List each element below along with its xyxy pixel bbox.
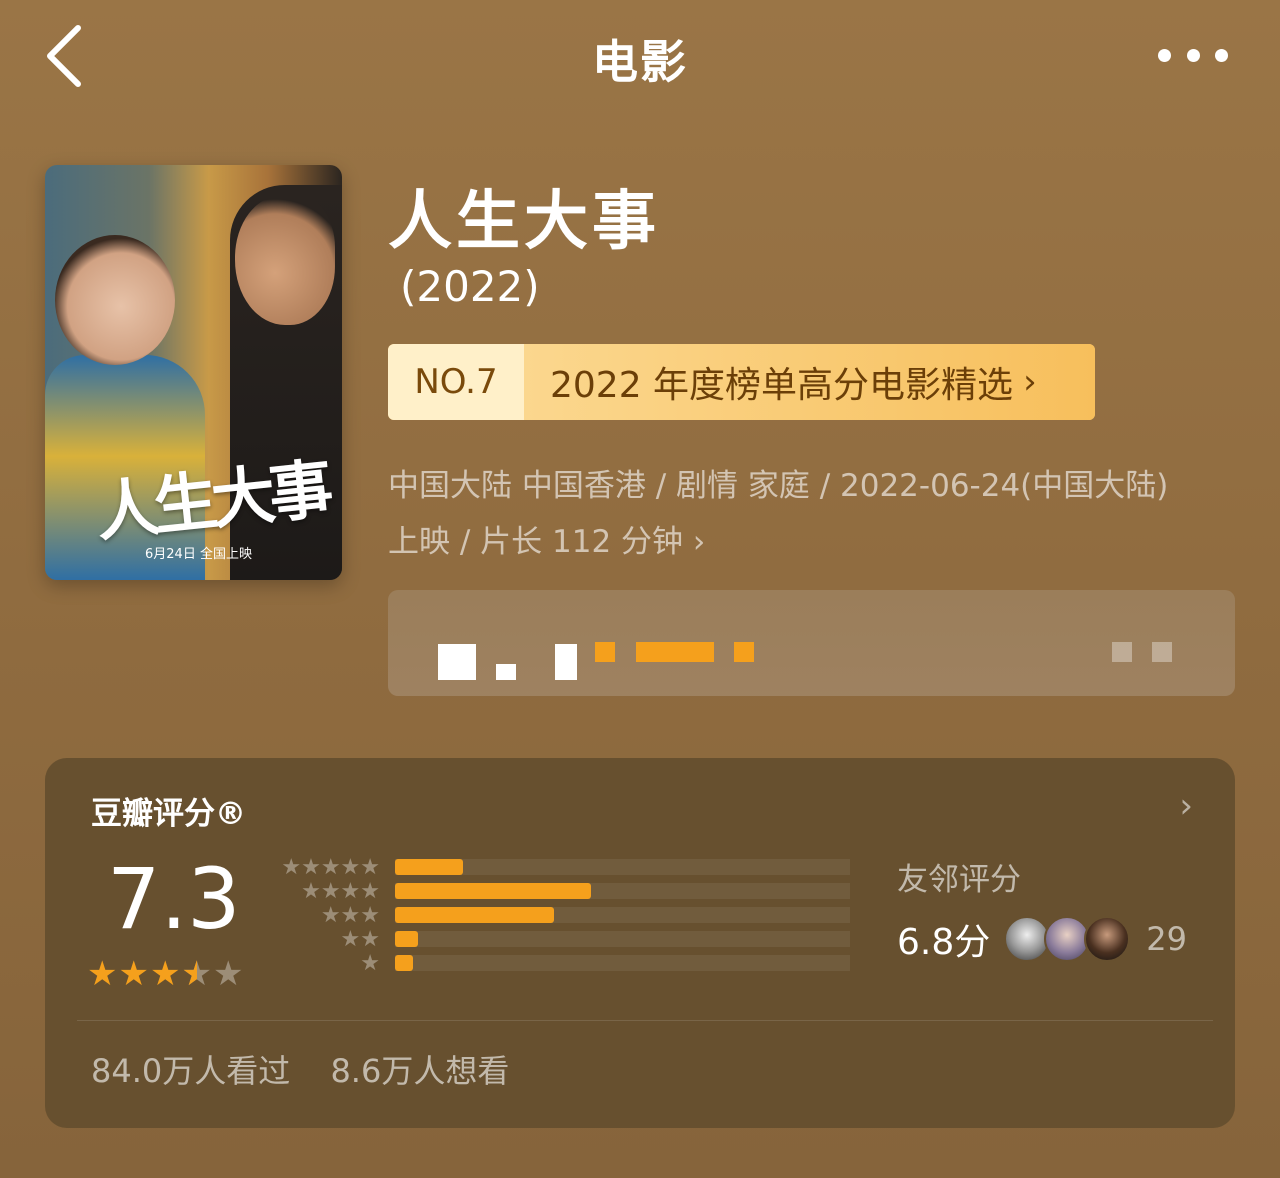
star-icon: ★ xyxy=(212,954,245,994)
dist-bar-5 xyxy=(395,859,464,875)
rating-distribution: ★★★★★ ★★★★ ★★★ ★★ ★ xyxy=(275,855,895,976)
more-button[interactable] xyxy=(1158,40,1228,70)
obscured-fragment xyxy=(555,644,577,680)
rating-card[interactable]: 豆瓣评分® › 7.3 ★★★★★ ★★★★★ ★★★★ ★★★ ★★ ★ 友邻… xyxy=(45,758,1235,1128)
star-icon: ★ xyxy=(87,954,119,994)
rating-label: 豆瓣评分® xyxy=(91,796,246,832)
movie-year: (2022) xyxy=(400,262,540,311)
obscured-fragment xyxy=(1152,642,1172,662)
watched-count[interactable]: 84.0万人看过 xyxy=(91,1052,290,1090)
friends-rating[interactable]: 友邻评分 6.8分 29 xyxy=(897,854,1187,965)
wish-count[interactable]: 8.6万人想看 xyxy=(330,1052,509,1090)
friends-score: 6.8分 xyxy=(897,922,991,963)
dist-row-5: ★★★★★ xyxy=(275,855,895,880)
star-icon: ★ xyxy=(149,954,182,994)
movie-info[interactable]: 中国大陆 中国香港 / 剧情 家庭 / 2022-06-24(中国大陆) 上映 … xyxy=(388,458,1228,570)
dist-stars-1: ★ xyxy=(360,951,380,976)
obscured-fragment xyxy=(1112,642,1132,662)
dist-row-2: ★★ xyxy=(275,927,895,952)
dist-bar-2 xyxy=(395,931,418,947)
avatar xyxy=(1084,916,1131,962)
dist-row-3: ★★★ xyxy=(275,903,895,928)
rank-number: NO.7 xyxy=(388,344,524,420)
rank-list-label: 2022 年度榜单高分电影精选 xyxy=(550,365,1014,406)
obscured-bar xyxy=(388,590,1235,696)
movie-poster[interactable]: 人生大事 6月24日 全国上映 xyxy=(45,165,342,580)
info-line-1: 中国大陆 中国香港 / 剧情 家庭 / 2022-06-24(中国大陆) xyxy=(388,468,1169,504)
dist-stars-4: ★★★★ xyxy=(301,879,380,904)
chevron-right-icon: › xyxy=(692,524,706,560)
rank-list-link: 2022 年度榜单高分电影精选 › xyxy=(524,344,1095,420)
dist-stars-3: ★★★ xyxy=(320,903,380,928)
chevron-right-icon: › xyxy=(1023,362,1037,402)
dist-row-4: ★★★★ xyxy=(275,879,895,904)
page-title: 电影 xyxy=(592,35,688,89)
star-icon: ★ xyxy=(118,954,150,994)
dist-row-1: ★ xyxy=(275,951,895,976)
movie-title: 人生大事 xyxy=(388,185,660,259)
friend-avatars[interactable] xyxy=(1004,916,1131,962)
obscured-fragment xyxy=(734,642,754,662)
nav-bar: 电影 xyxy=(0,0,1280,110)
divider xyxy=(77,1020,1213,1021)
rating-score: 7.3 xyxy=(107,850,241,948)
friends-count: 29 xyxy=(1146,920,1187,958)
dist-bar-4 xyxy=(395,883,591,899)
poster-release-text: 6月24日 全国上映 xyxy=(145,547,252,562)
obscured-fragment xyxy=(595,642,615,662)
obscured-fragment xyxy=(438,644,476,680)
rank-badge[interactable]: NO.7 2022 年度榜单高分电影精选 › xyxy=(388,344,1095,420)
dist-bar-3 xyxy=(395,907,555,923)
obscured-fragment xyxy=(636,642,714,662)
dist-stars-2: ★★ xyxy=(340,927,380,952)
more-dots-icon xyxy=(1158,48,1171,62)
rating-stars: ★★★★ ★ xyxy=(87,954,244,994)
watch-counts: 84.0万人看过 8.6万人想看 xyxy=(91,1046,539,1092)
obscured-fragment xyxy=(496,664,516,680)
dist-stars-5: ★★★★★ xyxy=(281,855,380,880)
friends-rating-label: 友邻评分 xyxy=(897,862,1021,898)
chevron-right-icon[interactable]: › xyxy=(1179,786,1193,826)
dist-bar-1 xyxy=(395,955,414,971)
info-line-2: 上映 / 片长 112 分钟 › xyxy=(388,524,706,560)
half-star-icon: ★ xyxy=(181,954,212,994)
